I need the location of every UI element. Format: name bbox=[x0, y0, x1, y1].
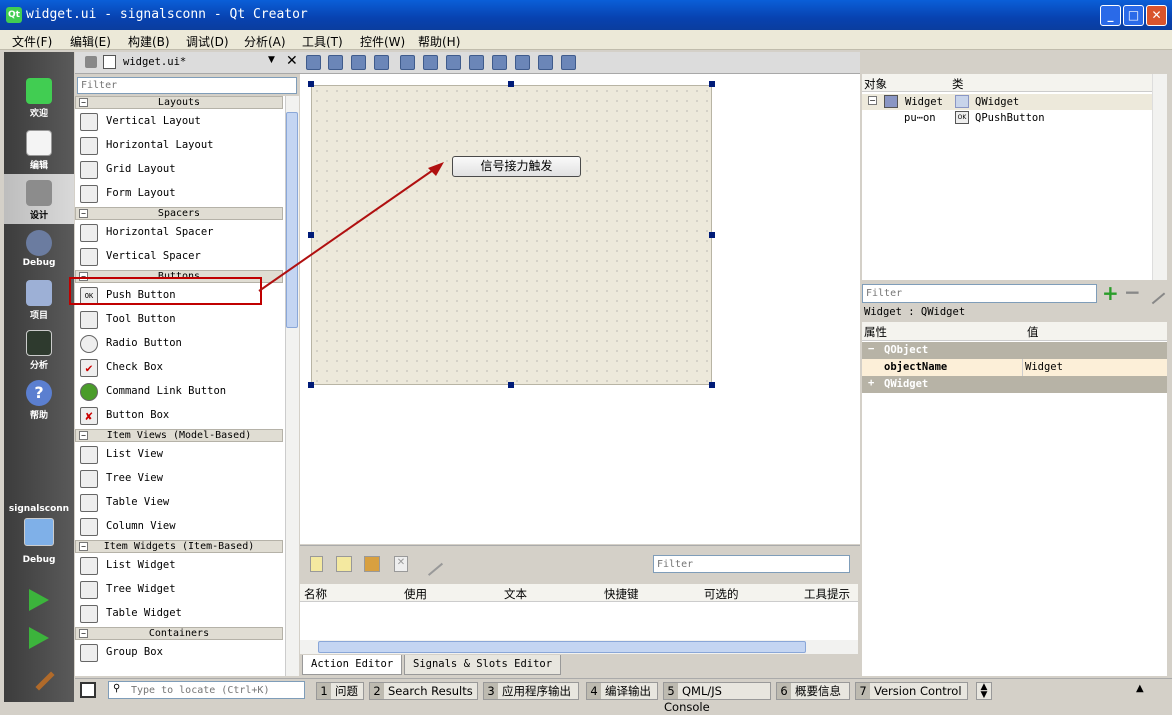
pane-scroll-arrows-icon[interactable]: ▲ ▼ bbox=[976, 682, 992, 700]
column-used[interactable]: 使用 bbox=[404, 586, 427, 602]
object-name-value[interactable]: Widget bbox=[1025, 361, 1063, 373]
column-name[interactable]: 名称 bbox=[304, 586, 327, 602]
action-filter-input[interactable] bbox=[653, 555, 850, 573]
copy-action-icon[interactable] bbox=[336, 556, 352, 572]
new-action-icon[interactable] bbox=[310, 556, 323, 572]
pane-version-control[interactable]: 7 Version Control bbox=[855, 682, 968, 700]
object-inspector-scrollbar[interactable] bbox=[1152, 74, 1167, 280]
pane-search-results[interactable]: 2 Search Results bbox=[369, 682, 478, 700]
qwidget-class-icon bbox=[955, 95, 969, 108]
column-class[interactable]: 类 bbox=[952, 76, 964, 92]
column-checkable[interactable]: 可选的 bbox=[704, 586, 739, 602]
locator-input[interactable] bbox=[108, 681, 305, 699]
action-table-header: 名称 使用 文本 快捷键 可选的 工具提示 bbox=[300, 584, 858, 602]
paste-action-icon[interactable] bbox=[364, 556, 380, 572]
table-row[interactable]: objectName Widget bbox=[862, 359, 1167, 376]
collapse-icon[interactable]: − bbox=[868, 96, 877, 105]
object-inspector-header: 对象 类 bbox=[862, 74, 1167, 92]
property-filter-input[interactable] bbox=[862, 284, 1097, 303]
tab-action-editor[interactable]: Action Editor bbox=[302, 655, 403, 675]
action-table-scroll-thumb[interactable] bbox=[318, 641, 806, 653]
tab-signals-slots-editor[interactable]: Signals & Slots Editor bbox=[404, 655, 562, 675]
search-icon: ⚲ bbox=[113, 683, 121, 694]
pane-qml-console[interactable]: 5 QML/JS Console bbox=[663, 682, 771, 714]
column-value[interactable]: 值 bbox=[1027, 324, 1039, 340]
group-qobject[interactable]: − QObject bbox=[862, 342, 1167, 359]
column-property[interactable]: 属性 bbox=[864, 324, 887, 340]
pane-issues[interactable]: 1 问题 bbox=[316, 682, 364, 700]
property-editor-body: − QObject objectName Widget + QWidget bbox=[862, 341, 1167, 676]
table-row[interactable]: − Widget QWidget bbox=[862, 94, 1152, 110]
chevron-up-icon[interactable]: ▲ bbox=[1136, 683, 1144, 694]
expand-icon[interactable]: + bbox=[868, 377, 874, 389]
collapse-icon[interactable]: − bbox=[868, 343, 874, 355]
object-inspector-tree: − Widget QWidget pu⋯on OK QPushButton bbox=[862, 92, 1152, 280]
pane-general-messages[interactable]: 6 概要信息 bbox=[776, 682, 850, 700]
column-object[interactable]: 对象 bbox=[864, 76, 887, 92]
group-qwidget[interactable]: + QWidget bbox=[862, 376, 1167, 393]
add-property-icon[interactable]: + bbox=[1102, 283, 1119, 303]
table-row[interactable]: pu⋯on OK QPushButton bbox=[862, 110, 1152, 126]
action-table-body bbox=[300, 602, 858, 640]
pane-compile-output[interactable]: 4 编译输出 bbox=[586, 682, 658, 700]
property-editor-header: 属性 值 bbox=[862, 322, 1167, 341]
remove-property-icon[interactable]: − bbox=[1124, 282, 1141, 302]
editor-tabs: Action Editor Signals & Slots Editor bbox=[300, 655, 860, 677]
column-text[interactable]: 文本 bbox=[504, 586, 527, 602]
column-tooltip[interactable]: 工具提示 bbox=[804, 586, 850, 602]
toggle-sidebar-icon[interactable] bbox=[80, 682, 96, 698]
pane-application-output[interactable]: 3 应用程序输出 bbox=[483, 682, 579, 700]
delete-action-icon[interactable]: ✕ bbox=[394, 556, 408, 572]
column-shortcut[interactable]: 快捷键 bbox=[604, 586, 639, 602]
push-button-class-icon: OK bbox=[955, 111, 969, 124]
property-editor-label: Widget : QWidget bbox=[864, 306, 966, 318]
widget-icon bbox=[884, 95, 898, 108]
configure-icon[interactable] bbox=[418, 552, 444, 576]
